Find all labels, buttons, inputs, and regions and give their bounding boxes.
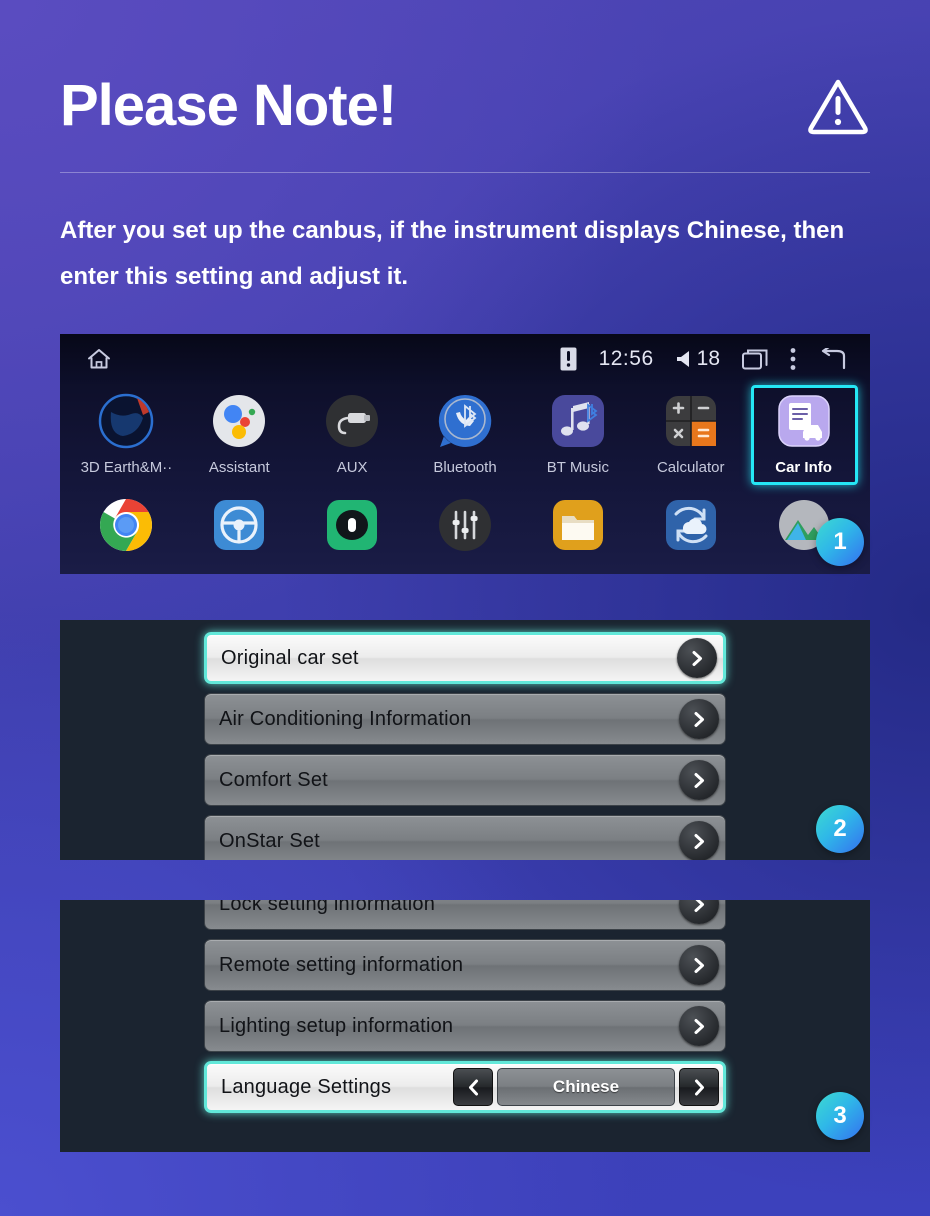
warning-triangle-icon [806, 76, 870, 136]
chevron-right-icon[interactable] [679, 699, 719, 739]
app-label: Assistant [208, 459, 270, 476]
home-icon[interactable] [86, 346, 112, 372]
steering-wheel-icon [210, 496, 268, 554]
chevron-left-icon[interactable] [453, 1068, 493, 1106]
menu-row-original-car-set[interactable]: Original car set [204, 632, 726, 684]
cloud-sync-icon [662, 496, 720, 554]
warning-badge-icon[interactable] [560, 347, 577, 371]
row-label: Comfort Set [219, 768, 328, 791]
app-equalizer[interactable] [409, 492, 522, 563]
app-label: Calculator [656, 459, 725, 476]
step-badge-3: 3 [816, 1092, 864, 1140]
bluetooth-phone-icon [436, 392, 494, 450]
recents-icon[interactable] [742, 348, 768, 370]
calculator-icon [662, 392, 720, 450]
app-assistant[interactable]: Assistant [183, 384, 296, 476]
selection-highlight [751, 385, 859, 485]
row-label: Original car set [221, 646, 359, 669]
settings-list-3: Lock setting information Remote setting … [204, 900, 726, 1122]
menu-row-onstar-set[interactable]: OnStar Set [204, 815, 726, 860]
aux-plug-icon [323, 392, 381, 450]
back-arrow-icon[interactable] [818, 348, 848, 370]
app-folder[interactable] [521, 492, 634, 563]
chevron-right-icon[interactable] [679, 900, 719, 924]
menu-row-remote-setting[interactable]: Remote setting information [204, 939, 726, 991]
menu-row-lock-setting[interactable]: Lock setting information [204, 900, 726, 930]
earth-icon [97, 392, 155, 450]
chevron-right-icon[interactable] [679, 1006, 719, 1046]
page-title: Please Note! [60, 73, 397, 138]
volume-icon[interactable]: 18 [676, 347, 720, 371]
row-label: Remote setting information [219, 953, 464, 976]
language-settings-screenshot: Lock setting information Remote setting … [60, 900, 870, 1152]
chevron-right-icon[interactable] [679, 945, 719, 985]
chevron-right-icon[interactable] [677, 638, 717, 678]
row-label: Air Conditioning Information [219, 707, 472, 730]
intro-text: After you set up the canbus, if the inst… [60, 217, 845, 290]
app-cloud-sync[interactable] [634, 492, 747, 563]
chevron-right-icon[interactable] [679, 760, 719, 800]
app-bluetooth[interactable]: Bluetooth [409, 384, 522, 476]
menu-row-language-settings[interactable]: Language Settings Chinese [204, 1061, 726, 1113]
car-info-menu-screenshot: Original car set Air Conditioning Inform… [60, 620, 870, 860]
row-label: Language Settings [221, 1075, 392, 1098]
row-label: Lock setting information [219, 900, 436, 915]
app-calculator[interactable]: Calculator [634, 384, 747, 476]
app-label: BT Music [546, 459, 609, 476]
page-header: Please Note! [60, 46, 870, 166]
app-bt-music[interactable]: BT Music [521, 384, 634, 476]
app-3d-earth[interactable]: 3D Earth&M·· [70, 384, 183, 476]
app-steering[interactable] [183, 492, 296, 563]
chrome-icon [97, 496, 155, 554]
menu-row-air-conditioning[interactable]: Air Conditioning Information [204, 693, 726, 745]
status-bar: 12:56 18 [60, 334, 870, 384]
step-badge-2: 2 [816, 805, 864, 853]
row-label: OnStar Set [219, 829, 320, 852]
step-badge-1: 1 [816, 518, 864, 566]
status-clock: 12:56 [598, 347, 654, 370]
recorder-icon [323, 496, 381, 554]
language-value: Chinese [497, 1068, 675, 1106]
menu-row-lighting-setup[interactable]: Lighting setup information [204, 1000, 726, 1052]
app-recorder[interactable] [296, 492, 409, 563]
app-aux[interactable]: AUX [296, 384, 409, 476]
menu-row-comfort-set[interactable]: Comfort Set [204, 754, 726, 806]
volume-level: 18 [696, 347, 720, 370]
folder-icon [549, 496, 607, 554]
more-vertical-icon[interactable] [790, 347, 796, 371]
app-chrome[interactable] [70, 492, 183, 563]
app-label: AUX [336, 459, 368, 476]
bt-music-icon [549, 392, 607, 450]
chevron-right-icon[interactable] [679, 1068, 719, 1106]
settings-list-2: Original car set Air Conditioning Inform… [204, 632, 726, 860]
launcher-screenshot: 12:56 18 3D Earth&M·· Assistant AUX Blue… [60, 334, 870, 574]
row-label: Lighting setup information [219, 1014, 454, 1037]
chevron-right-icon[interactable] [679, 821, 719, 860]
header-divider [60, 172, 870, 173]
equalizer-icon [436, 496, 494, 554]
app-label: Bluetooth [433, 459, 497, 476]
assistant-icon [210, 392, 268, 450]
app-label: 3D Earth&M·· [80, 459, 173, 476]
app-car-info[interactable]: Car Info [747, 384, 860, 485]
app-row-2 [60, 492, 870, 574]
app-row-1: 3D Earth&M·· Assistant AUX Bluetooth BT … [60, 384, 870, 492]
language-stepper: Chinese [453, 1068, 719, 1106]
